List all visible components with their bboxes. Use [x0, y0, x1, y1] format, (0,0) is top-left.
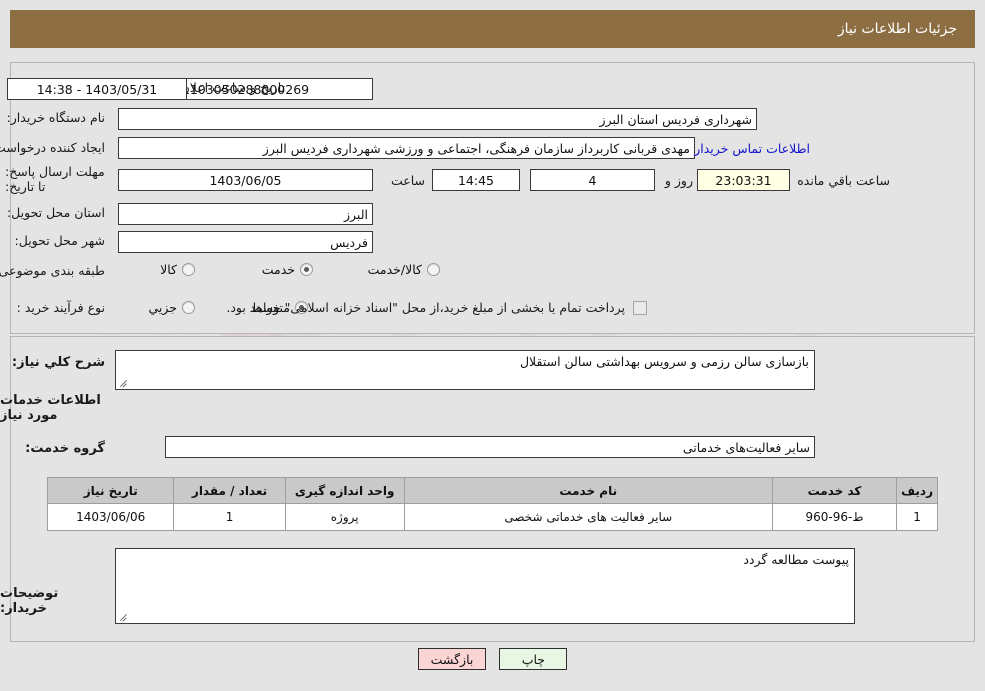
process-type-label: نوع فرآیند خرید :: [16, 300, 105, 315]
requester-field[interactable]: مهدی قربانی کاربرداز سازمان فرهنگی، اجتم…: [118, 137, 695, 159]
cell-service-code: ط-96-960: [771, 503, 898, 531]
print-button[interactable]: چاپ: [499, 648, 568, 670]
category-radio-khedmat[interactable]: خدمت: [244, 262, 313, 277]
category-row: طبقه بندی موضوعی:: [0, 263, 105, 278]
buyer-notes-field[interactable]: پیوست مطالعه گردد: [115, 548, 855, 624]
page-root: AriaTender.net جزئیات اطلاعات نیاز شماره…: [0, 0, 985, 691]
buyer-notes-label: توضیحات خریدار:: [0, 586, 59, 616]
deadline-date-value: 1403/06/05: [209, 172, 282, 188]
buyer-org-label: نام دستگاه خریدار:: [6, 110, 105, 125]
deadline-time-label: ساعت: [390, 173, 425, 188]
process-radio-jozi[interactable]: جزیي: [130, 300, 195, 315]
back-button[interactable]: بازگشت: [417, 648, 487, 670]
province-label: استان محل تحویل:: [6, 205, 105, 220]
resize-grip-icon-description[interactable]: [119, 377, 129, 387]
city-field[interactable]: فردیس: [118, 231, 373, 253]
checkbox-icon-islamic-treasury[interactable]: [633, 300, 647, 315]
page-header-bar: جزئیات اطلاعات نیاز: [10, 10, 975, 48]
buyer-org-row: نام دستگاه خریدار:: [7, 110, 105, 125]
radio-icon-kala[interactable]: [182, 263, 195, 276]
col-header-need-date: تاریخ نیاز: [46, 477, 175, 504]
action-button-bar: چاپ بازگشت: [0, 648, 985, 670]
buyer-org-value: شهرداری فردیس استان البرز: [599, 111, 752, 127]
general-description-value: بازسازی سالن رزمی و سرویس بهداشتی سالن ا…: [519, 354, 809, 369]
deadline-days-value: 4: [588, 172, 597, 188]
province-value: البرز: [344, 206, 368, 222]
col-header-service-code: کد خدمت: [771, 477, 898, 504]
service-group-field[interactable]: سایر فعالیت‌های خدماتی: [165, 436, 815, 458]
process-option-0: جزیي: [148, 300, 177, 315]
radio-icon-jozi[interactable]: [182, 301, 195, 314]
general-description-field[interactable]: بازسازی سالن رزمی و سرویس بهداشتی سالن ا…: [115, 350, 815, 390]
buyer-notes-value: پیوست مطالعه گردد: [743, 552, 849, 567]
table-row: 1 ط-96-960 سایر فعالیت های خدماتی شخصی پ…: [46, 503, 938, 531]
deadline-days-label: روز و: [664, 173, 693, 188]
deadline-countdown-value: 23:03:31: [715, 172, 772, 188]
requester-value: مهدی قربانی کاربرداز سازمان فرهنگی، اجتم…: [262, 140, 690, 156]
category-option-1: خدمت: [261, 262, 295, 277]
services-section-title: اطلاعات خدمات مورد نیاز: [0, 393, 101, 423]
province-field[interactable]: البرز: [118, 203, 373, 225]
cell-service-name: سایر فعالیت های خدماتی شخصی: [403, 503, 773, 531]
deadline-countdown-field[interactable]: 23:03:31: [697, 169, 790, 191]
page-title: جزئیات اطلاعات نیاز: [837, 21, 957, 37]
table-header-row: ردیف کد خدمت نام خدمت واحد اندازه گیری ت…: [46, 477, 938, 504]
deadline-countdown-label: ساعت باقي مانده: [797, 173, 890, 188]
cell-need-date: 1403/06/06: [46, 503, 175, 531]
city-row: شهر محل تحویل:: [15, 233, 105, 248]
service-group-label: گروه خدمت:: [25, 441, 105, 456]
resize-grip-icon-notes[interactable]: [119, 611, 129, 621]
requester-label: ایجاد کننده درخواست:: [0, 140, 105, 155]
service-group-value: سایر فعالیت‌های خدماتی: [682, 439, 810, 455]
islamic-treasury-checkbox-group[interactable]: پرداخت تمام یا بخشی از مبلغ خرید،از محل …: [226, 300, 647, 315]
col-header-unit: واحد اندازه گیری: [284, 477, 405, 504]
process-type-row: نوع فرآیند خرید :: [17, 300, 105, 315]
col-header-row-no: ردیف: [896, 477, 938, 504]
islamic-treasury-text: پرداخت تمام یا بخشی از مبلغ خرید،از محل …: [226, 300, 625, 315]
category-radio-kala[interactable]: کالا: [142, 262, 195, 277]
province-row: استان محل تحویل:: [7, 205, 105, 220]
announce-datetime-value: 14:38 - 1403/05/31: [36, 81, 158, 97]
announce-datetime-field[interactable]: 14:38 - 1403/05/31: [7, 78, 187, 100]
general-description-label: شرح کلي نیاز:: [11, 355, 105, 370]
services-table: ردیف کد خدمت نام خدمت واحد اندازه گیری ت…: [46, 477, 938, 531]
cell-unit: پروژه: [284, 503, 405, 531]
buyer-org-field[interactable]: شهرداری فردیس استان البرز: [118, 108, 757, 130]
category-option-2: کالا/خدمت: [367, 262, 422, 277]
deadline-time-value: 14:45: [457, 172, 495, 188]
col-header-quantity: تعداد / مقدار: [173, 477, 286, 504]
deadline-row: مهلت ارسال پاسخ: تا تاریخ:: [5, 164, 105, 194]
requester-row: ایجاد کننده درخواست:: [0, 140, 105, 155]
deadline-days-field[interactable]: 4: [530, 169, 655, 191]
deadline-date-field[interactable]: 1403/06/05: [118, 169, 373, 191]
category-radio-kala-khedmat[interactable]: کالا/خدمت: [350, 262, 440, 277]
radio-icon-kala-khedmat[interactable]: [427, 263, 440, 276]
cell-row-no: 1: [896, 503, 938, 531]
deadline-label: مهلت ارسال پاسخ: تا تاریخ:: [5, 164, 105, 194]
city-label: شهر محل تحویل:: [14, 233, 105, 248]
buyer-contact-link[interactable]: اطلاعات تماس خریدار: [694, 141, 810, 156]
col-header-service-name: نام خدمت: [403, 477, 773, 504]
deadline-time-field[interactable]: 14:45: [432, 169, 520, 191]
category-option-0: کالا: [160, 262, 177, 277]
city-value: فردیس: [330, 234, 368, 250]
category-label: طبقه بندی موضوعی:: [0, 263, 105, 278]
need-info-panel: [10, 62, 975, 334]
radio-icon-khedmat[interactable]: [300, 263, 313, 276]
cell-quantity: 1: [173, 503, 286, 531]
